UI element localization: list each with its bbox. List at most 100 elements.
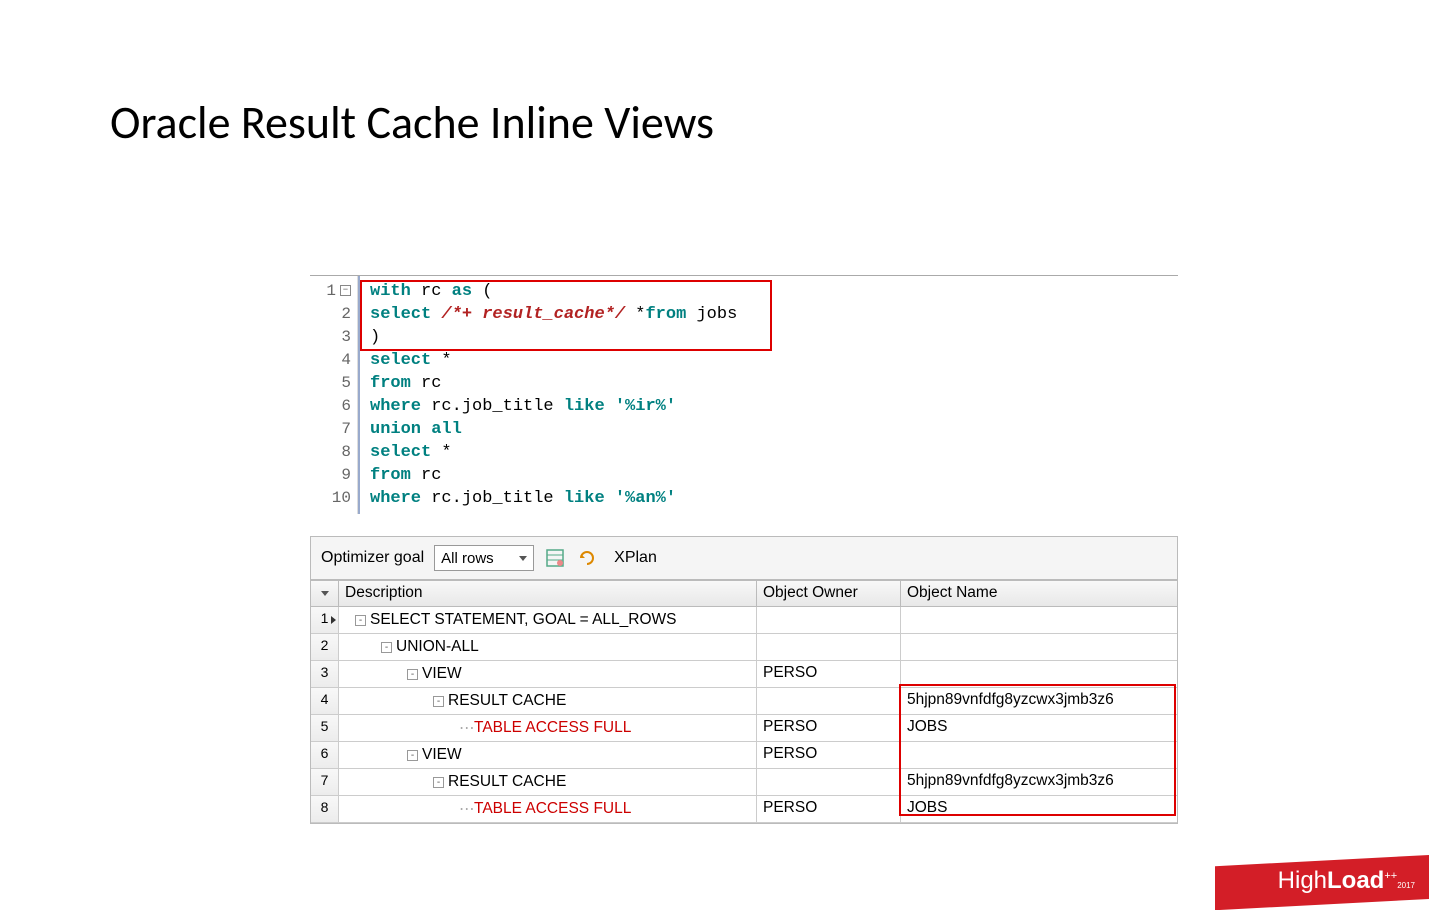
kw: from bbox=[370, 374, 411, 393]
col-description[interactable]: Description bbox=[339, 581, 757, 606]
logo-load: Load bbox=[1327, 867, 1384, 894]
cell-description: -RESULT CACHE bbox=[339, 688, 757, 714]
cell-description: ⋯TABLE ACCESS FULL bbox=[339, 796, 757, 822]
col-object-name[interactable]: Object Name bbox=[901, 581, 1177, 606]
text: rc bbox=[411, 466, 442, 485]
plan-step-text: TABLE ACCESS FULL bbox=[474, 719, 631, 737]
table-row[interactable]: 4-RESULT CACHE 5hjpn89vnfdfg8yzcwx3jmb3z6 bbox=[311, 688, 1177, 715]
optimizer-goal-label: Optimizer goal bbox=[321, 549, 424, 567]
cell-object-name: 5hjpn89vnfdfg8yzcwx3jmb3z6 bbox=[901, 688, 1177, 714]
row-number: 1 bbox=[311, 607, 339, 633]
corner-menu[interactable] bbox=[311, 581, 339, 606]
table-icon[interactable] bbox=[544, 547, 566, 569]
cell-description: -VIEW bbox=[339, 742, 757, 768]
slide-title: Oracle Result Cache Inline Views bbox=[110, 95, 1429, 151]
col-object-owner[interactable]: Object Owner bbox=[757, 581, 901, 606]
tree-toggle-icon[interactable]: - bbox=[433, 777, 444, 788]
string: '%an%' bbox=[605, 489, 676, 508]
row-number: 5 bbox=[311, 715, 339, 741]
cell-owner: PERSO bbox=[757, 742, 901, 768]
table-row[interactable]: 6-VIEWPERSO bbox=[311, 742, 1177, 769]
table-row[interactable]: 3-VIEWPERSO bbox=[311, 661, 1177, 688]
cell-object-name: JOBS bbox=[901, 796, 1177, 822]
kw: union all bbox=[370, 420, 462, 439]
cell-object-name bbox=[901, 742, 1177, 768]
line-num: 3 bbox=[341, 326, 351, 349]
xplan-button[interactable]: XPlan bbox=[614, 549, 657, 567]
line-num: 7 bbox=[341, 418, 351, 441]
cell-owner bbox=[757, 634, 901, 660]
kw: where bbox=[370, 397, 421, 416]
plan-step-text: TABLE ACCESS FULL bbox=[474, 800, 631, 818]
table-row[interactable]: 5⋯TABLE ACCESS FULLPERSOJOBS bbox=[311, 715, 1177, 742]
line-num: 10 bbox=[332, 487, 351, 510]
kw: from bbox=[370, 466, 411, 485]
cell-description: ⋯TABLE ACCESS FULL bbox=[339, 715, 757, 741]
ident: jobs bbox=[686, 305, 737, 324]
plan-toolbar: Optimizer goal All rows XPlan bbox=[310, 536, 1178, 580]
plan-step-text: VIEW bbox=[422, 746, 462, 764]
table-row[interactable]: 1-SELECT STATEMENT, GOAL = ALL_ROWS bbox=[311, 607, 1177, 634]
table-row[interactable]: 2-UNION-ALL bbox=[311, 634, 1177, 661]
line-num: 4 bbox=[341, 349, 351, 372]
row-number: 8 bbox=[311, 796, 339, 822]
cell-object-name bbox=[901, 607, 1177, 633]
kw: select bbox=[370, 351, 431, 370]
tree-toggle-icon[interactable]: - bbox=[355, 615, 366, 626]
plan-step-text: SELECT STATEMENT, GOAL = ALL_ROWS bbox=[370, 611, 677, 629]
cell-object-name bbox=[901, 634, 1177, 660]
line-num: 5 bbox=[341, 372, 351, 395]
text: rc bbox=[411, 374, 442, 393]
cell-object-name bbox=[901, 661, 1177, 687]
cell-description: -UNION-ALL bbox=[339, 634, 757, 660]
cell-owner: PERSO bbox=[757, 661, 901, 687]
row-number: 7 bbox=[311, 769, 339, 795]
fold-icon[interactable]: − bbox=[340, 285, 351, 296]
cell-owner bbox=[757, 688, 901, 714]
line-num: 2 bbox=[341, 303, 351, 326]
logo-year: 2017 bbox=[1397, 881, 1415, 890]
logo-high: High bbox=[1278, 867, 1327, 894]
cell-object-name: JOBS bbox=[901, 715, 1177, 741]
punct: ( bbox=[472, 282, 492, 301]
highload-logo: HighLoad++2017 bbox=[1215, 849, 1429, 899]
cell-description: -RESULT CACHE bbox=[339, 769, 757, 795]
kw: with bbox=[370, 282, 411, 301]
kw: select bbox=[370, 305, 431, 324]
plan-step-text: RESULT CACHE bbox=[448, 773, 566, 791]
kw: as bbox=[452, 282, 472, 301]
dropdown-value: All rows bbox=[441, 550, 494, 567]
plan-step-text: UNION-ALL bbox=[396, 638, 479, 656]
star: * bbox=[635, 305, 645, 324]
hint: /*+ result_cache*/ bbox=[431, 305, 635, 324]
string: '%ir%' bbox=[605, 397, 676, 416]
row-number: 4 bbox=[311, 688, 339, 714]
code-body[interactable]: with rc as ( select /*+ result_cache*/ *… bbox=[358, 276, 1178, 514]
refresh-icon[interactable] bbox=[576, 547, 598, 569]
table-row[interactable]: 7-RESULT CACHE5hjpn89vnfdfg8yzcwx3jmb3z6 bbox=[311, 769, 1177, 796]
row-number: 3 bbox=[311, 661, 339, 687]
text: * bbox=[431, 351, 451, 370]
line-num: 1 bbox=[326, 280, 336, 303]
cell-object-name: 5hjpn89vnfdfg8yzcwx3jmb3z6 bbox=[901, 769, 1177, 795]
logo-plus: ++ bbox=[1384, 870, 1397, 882]
cell-owner: PERSO bbox=[757, 796, 901, 822]
line-num: 8 bbox=[341, 441, 351, 464]
cell-owner bbox=[757, 607, 901, 633]
tree-toggle-icon[interactable]: - bbox=[407, 669, 418, 680]
tree-toggle-icon[interactable]: - bbox=[433, 696, 444, 707]
line-num: 6 bbox=[341, 395, 351, 418]
kw: select bbox=[370, 443, 431, 462]
cell-description: -SELECT STATEMENT, GOAL = ALL_ROWS bbox=[339, 607, 757, 633]
row-number: 6 bbox=[311, 742, 339, 768]
kw: like bbox=[564, 489, 605, 508]
ident: rc bbox=[411, 282, 452, 301]
cell-owner: PERSO bbox=[757, 715, 901, 741]
optimizer-goal-dropdown[interactable]: All rows bbox=[434, 545, 534, 571]
text: rc.job_title bbox=[421, 397, 564, 416]
execution-plan-table: Description Object Owner Object Name 1-S… bbox=[310, 580, 1178, 824]
tree-toggle-icon[interactable]: - bbox=[381, 642, 392, 653]
punct: ) bbox=[370, 328, 380, 347]
tree-toggle-icon[interactable]: - bbox=[407, 750, 418, 761]
table-row[interactable]: 8⋯TABLE ACCESS FULLPERSOJOBS bbox=[311, 796, 1177, 823]
